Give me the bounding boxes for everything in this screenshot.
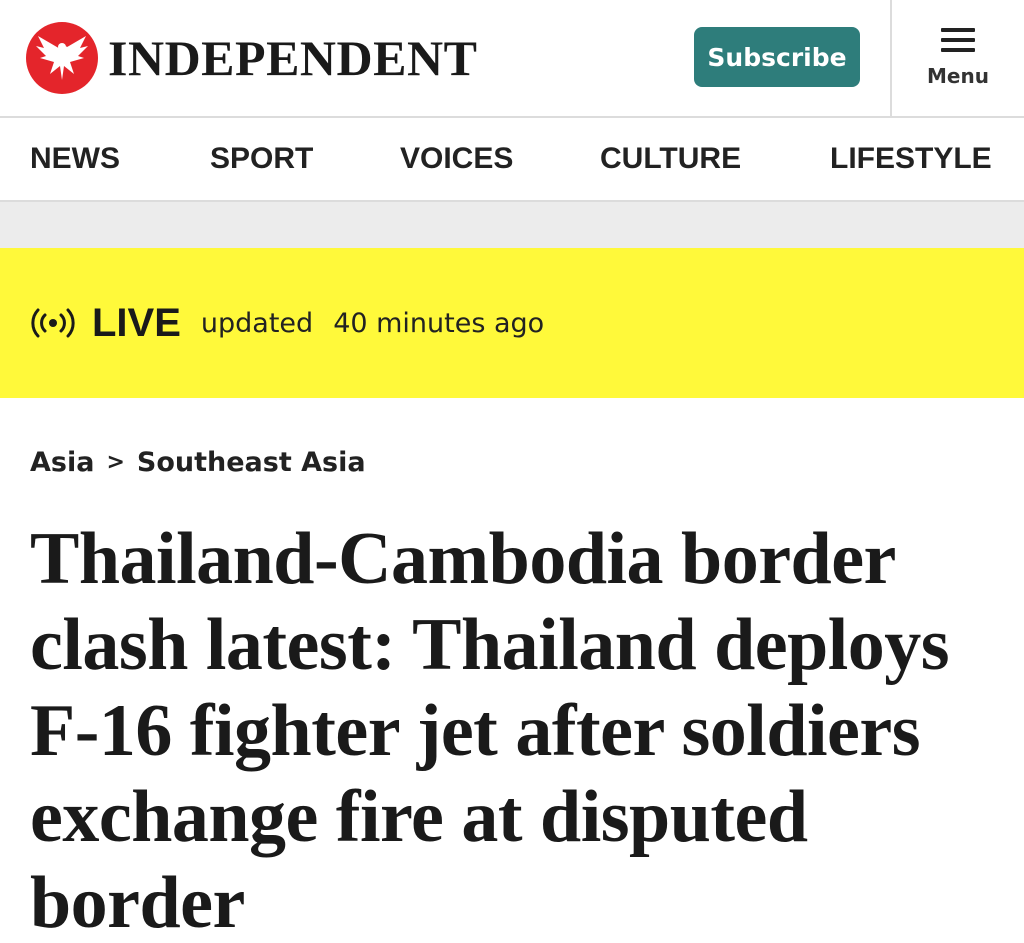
menu-label: Menu bbox=[927, 64, 989, 88]
breadcrumb-separator: > bbox=[106, 449, 125, 475]
nav-item-voices[interactable]: VOICES bbox=[400, 118, 513, 200]
live-updated-time: 40 minutes ago bbox=[333, 307, 545, 339]
eagle-icon bbox=[26, 22, 98, 94]
breadcrumb: Asia > Southeast Asia bbox=[0, 398, 1024, 516]
breadcrumb-item-southeast-asia[interactable]: Southeast Asia bbox=[137, 447, 366, 478]
live-label: LIVE bbox=[92, 300, 181, 345]
site-header: INDEPENDENT Subscribe Menu bbox=[0, 0, 1024, 118]
brand-wordmark: INDEPENDENT bbox=[108, 30, 478, 86]
breadcrumb-item-asia[interactable]: Asia bbox=[30, 447, 94, 478]
nav-item-sport[interactable]: SPORT bbox=[210, 118, 313, 200]
subscribe-button[interactable]: Subscribe bbox=[694, 27, 860, 87]
nav-item-culture[interactable]: CULTURE bbox=[600, 118, 741, 200]
article-headline: Thailand-Cambodia border clash latest: T… bbox=[30, 518, 950, 943]
live-banner: LIVE updated 40 minutes ago bbox=[0, 248, 1024, 398]
broadcast-icon bbox=[31, 308, 75, 338]
section-nav: NEWS SPORT VOICES CULTURE LIFESTYLE bbox=[0, 118, 1024, 202]
hamburger-icon bbox=[941, 28, 975, 52]
spacer bbox=[0, 202, 1024, 248]
site-logo[interactable]: INDEPENDENT bbox=[26, 22, 477, 94]
nav-item-news[interactable]: NEWS bbox=[30, 118, 120, 200]
nav-item-lifestyle[interactable]: LIFESTYLE bbox=[830, 118, 992, 200]
menu-button[interactable]: Menu bbox=[892, 0, 1024, 116]
live-updated-text: updated bbox=[200, 307, 314, 339]
